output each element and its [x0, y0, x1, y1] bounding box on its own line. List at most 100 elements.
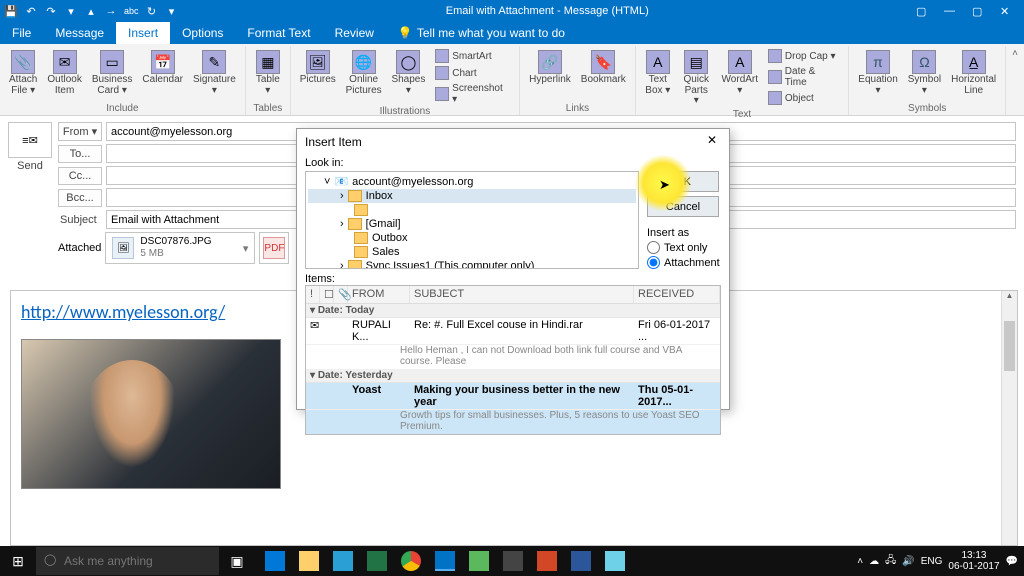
chart-button[interactable]: Chart — [432, 65, 513, 81]
to-button[interactable]: To... — [58, 145, 102, 163]
tab-format-text[interactable]: Format Text — [235, 22, 322, 44]
scroll-thumb[interactable] — [1004, 321, 1015, 371]
tab-insert[interactable]: Insert — [116, 22, 170, 44]
tray-up-icon[interactable]: ˄ — [857, 556, 863, 567]
wordart-button[interactable]: AWordArt▾ — [719, 48, 761, 98]
smartart-button[interactable]: SmartArt — [432, 48, 513, 64]
app-store[interactable] — [327, 547, 359, 575]
shapes-button[interactable]: ◯Shapes▾ — [389, 48, 429, 98]
folder-tree[interactable]: ˅📧account@myelesson.org ›Inbox ›[Gmail] … — [305, 171, 639, 269]
tell-me[interactable]: 💡Tell me what you want to do — [386, 22, 565, 44]
maximize-icon[interactable]: ▢ — [972, 5, 984, 18]
clock[interactable]: 13:13 06-01-2017 — [948, 550, 999, 572]
undo-icon[interactable]: ↶ — [24, 4, 38, 18]
scroll-up-icon[interactable]: ▲ — [1002, 291, 1017, 305]
app-excel[interactable] — [361, 547, 393, 575]
tree-outbox[interactable]: Outbox — [308, 231, 636, 245]
horizontal-line-button[interactable]: A̲HorizontalLine — [948, 48, 999, 98]
col-from[interactable]: FROM — [348, 286, 410, 303]
signature-button[interactable]: ✎Signature▾ — [190, 48, 239, 98]
volume-icon[interactable]: 🔊 — [902, 556, 914, 567]
attachment-pdf[interactable]: PDF — [259, 232, 289, 264]
group-today[interactable]: ▾ Date: Today — [306, 304, 720, 318]
table-button[interactable]: ▦Table▾ — [252, 48, 284, 98]
notifications-icon[interactable]: 💬 — [1006, 556, 1018, 567]
app-outlook[interactable] — [429, 547, 461, 575]
tab-file[interactable]: File — [0, 22, 43, 44]
tree-inbox[interactable]: ›Inbox — [308, 189, 636, 203]
tree-blank[interactable] — [308, 203, 636, 217]
network-icon[interactable]: 🖧 — [885, 553, 896, 570]
up-icon[interactable]: ▴ — [84, 4, 98, 18]
ribbon-collapse-icon[interactable]: ˄ — [1006, 46, 1024, 115]
object-button[interactable]: Object — [765, 90, 842, 106]
minimize-icon[interactable]: — — [944, 5, 956, 18]
hyperlink-button[interactable]: 🔗Hyperlink — [526, 48, 574, 88]
save-icon[interactable]: 💾 — [4, 4, 18, 18]
tree-sales[interactable]: Sales — [308, 245, 636, 259]
symbol-button[interactable]: ΩSymbol▾ — [905, 48, 944, 98]
scrollbar-vertical[interactable]: ▲ — [1001, 291, 1017, 545]
group-yesterday[interactable]: ▾ Date: Yesterday — [306, 369, 720, 383]
col-attachment[interactable]: 📎 — [334, 286, 348, 303]
bcc-button[interactable]: Bcc... — [58, 189, 102, 207]
equation-button[interactable]: πEquation▾ — [855, 48, 900, 98]
online-pictures-button[interactable]: 🌐OnlinePictures — [343, 48, 385, 98]
tab-message[interactable]: Message — [43, 22, 116, 44]
tree-gmail[interactable]: ›[Gmail] — [308, 217, 636, 231]
app-notepad[interactable] — [599, 547, 631, 575]
attach-file-button[interactable]: 📎AttachFile ▾ — [6, 48, 40, 98]
pictures-button[interactable]: 🖼Pictures — [297, 48, 339, 88]
col-icon[interactable]: ☐ — [320, 286, 334, 303]
cc-button[interactable]: Cc... — [58, 167, 102, 185]
app-powerpoint[interactable] — [531, 547, 563, 575]
close-icon[interactable]: ✕ — [1000, 5, 1012, 18]
attachment-jpg[interactable]: 🖼 DSC07876.JPG5 MB ▾ — [105, 232, 255, 264]
chevron-down-icon[interactable]: ▾ — [243, 242, 249, 255]
tree-sync[interactable]: ›Sync Issues1 (This computer only) — [308, 259, 636, 269]
language-indicator[interactable]: ENG — [921, 556, 943, 567]
message-row-selected[interactable]: Yoast Making your business better in the… — [306, 383, 720, 434]
radio-text-only[interactable]: Text only — [647, 241, 721, 254]
outlook-item-button[interactable]: ✉OutlookItem — [44, 48, 84, 98]
from-button[interactable]: From ▾ — [58, 122, 102, 141]
items-list[interactable]: ! ☐ 📎 FROM SUBJECT RECEIVED ▾ Date: Toda… — [305, 285, 721, 435]
app-chrome[interactable] — [395, 547, 427, 575]
quick-parts-button[interactable]: ▤QuickParts ▾ — [678, 48, 715, 109]
refresh-icon[interactable]: ↻ — [145, 4, 159, 18]
drop-cap-button[interactable]: Drop Cap ▾ — [765, 48, 842, 64]
tab-review[interactable]: Review — [323, 22, 386, 44]
onedrive-icon[interactable]: ☁ — [869, 556, 879, 567]
app-camtasia[interactable] — [463, 547, 495, 575]
dialog-close-icon[interactable]: ✕ — [703, 133, 721, 151]
app-snagit[interactable] — [497, 547, 529, 575]
next-icon[interactable]: → — [104, 4, 118, 18]
ok-button[interactable]: OK — [647, 171, 719, 192]
spellcheck-icon[interactable]: abc — [124, 4, 139, 18]
app-edge[interactable] — [259, 547, 291, 575]
radio-attachment[interactable]: Attachment — [647, 256, 721, 269]
start-button[interactable]: ⊞ — [0, 546, 36, 576]
screenshot-button[interactable]: Screenshot ▾ — [432, 82, 513, 106]
app-word[interactable] — [565, 547, 597, 575]
col-subject[interactable]: SUBJECT — [410, 286, 634, 303]
tree-account[interactable]: ˅📧account@myelesson.org — [308, 174, 636, 189]
col-received[interactable]: RECEIVED — [634, 286, 720, 303]
business-card-button[interactable]: ▭BusinessCard ▾ — [89, 48, 136, 98]
search-input[interactable] — [36, 547, 219, 575]
calendar-button[interactable]: 📅Calendar — [139, 48, 186, 88]
cancel-button[interactable]: Cancel — [647, 196, 719, 217]
qat-more-icon[interactable]: ▾ — [165, 4, 179, 18]
redo-icon[interactable]: ↷ — [44, 4, 58, 18]
ribbon-options-icon[interactable]: ▢ — [916, 5, 928, 18]
col-importance[interactable]: ! — [306, 286, 320, 303]
send-button[interactable]: ≡✉ — [8, 122, 52, 158]
app-explorer[interactable] — [293, 547, 325, 575]
tab-options[interactable]: Options — [170, 22, 235, 44]
down-icon[interactable]: ▾ — [64, 4, 78, 18]
message-row[interactable]: ✉ RUPALI K... Re: #. Full Excel couse in… — [306, 318, 720, 369]
text-box-button[interactable]: ATextBox ▾ — [642, 48, 674, 98]
hyperlink-text[interactable]: http://www.myelesson.org/ — [21, 301, 225, 323]
items-header[interactable]: ! ☐ 📎 FROM SUBJECT RECEIVED — [306, 286, 720, 304]
date-time-button[interactable]: Date & Time — [765, 65, 842, 89]
